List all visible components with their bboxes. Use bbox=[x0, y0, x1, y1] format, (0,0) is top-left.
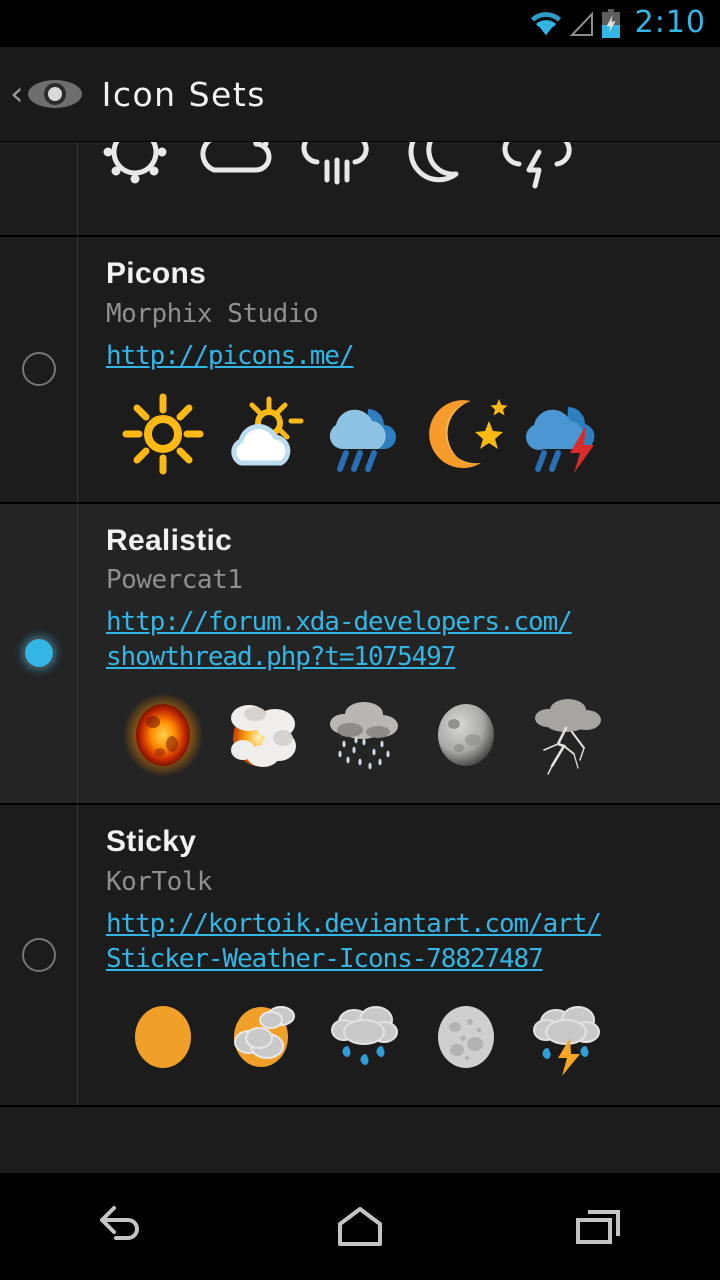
rain-icon bbox=[314, 689, 415, 781]
rain-icon bbox=[314, 991, 415, 1083]
up-chevron-icon[interactable]: ‹ bbox=[10, 77, 24, 111]
partly-cloudy-icon bbox=[213, 991, 314, 1083]
set-title: Picons bbox=[106, 257, 207, 290]
status-bar-clock: 2:10 bbox=[634, 5, 706, 40]
radio-cell[interactable] bbox=[0, 142, 78, 235]
thunderstorm-icon bbox=[488, 142, 589, 198]
set-title: Realistic bbox=[106, 523, 233, 557]
row-body: Realistic Powercat1 http://forum.xda-dev… bbox=[78, 504, 720, 804]
url-line[interactable]: Sticker-Weather-Icons-78827487 bbox=[106, 942, 601, 977]
url-line[interactable]: showthread.php?t=1075497 bbox=[106, 640, 572, 675]
set-url[interactable]: http://picons.me/ bbox=[106, 339, 355, 374]
home-nav-icon[interactable] bbox=[270, 1173, 450, 1280]
rain-icon bbox=[286, 142, 387, 198]
cellular-signal-icon bbox=[569, 11, 593, 36]
table-row[interactable]: Realistic Powercat1 http://forum.xda-dev… bbox=[0, 503, 720, 806]
set-title: Sticky bbox=[106, 825, 197, 859]
icon-preview-strip bbox=[112, 388, 720, 480]
partly-cloudy-icon bbox=[213, 388, 314, 480]
status-bar: 2:10 bbox=[0, 0, 720, 47]
url-line[interactable]: http://kortoik.deviantart.com/art/ bbox=[106, 907, 602, 942]
row-body bbox=[78, 142, 720, 235]
radio-cell[interactable] bbox=[0, 503, 78, 804]
table-row[interactable] bbox=[0, 142, 720, 237]
sun-icon bbox=[84, 142, 185, 198]
navigation-bar bbox=[0, 1173, 720, 1280]
icon-preview-strip bbox=[112, 689, 720, 781]
back-nav-icon[interactable] bbox=[30, 1173, 210, 1280]
icon-sets-list[interactable]: Picons Morphix Studio http://picons.me/ bbox=[0, 142, 720, 1173]
battery-charging-icon bbox=[601, 8, 620, 38]
sun-cloud-icon bbox=[213, 689, 314, 781]
phone-screen: 2:10 ‹ Icon Sets Picons Morphix Studio h… bbox=[0, 0, 720, 1280]
icon-preview-strip bbox=[112, 991, 720, 1083]
cloud-icon bbox=[185, 142, 286, 198]
recents-nav-icon[interactable] bbox=[510, 1173, 690, 1280]
table-row[interactable]: Picons Morphix Studio http://picons.me/ bbox=[0, 237, 720, 504]
radio-button[interactable] bbox=[21, 636, 56, 671]
set-url[interactable]: http://forum.xda-developers.com/ showthr… bbox=[106, 605, 573, 675]
page-title: Icon Sets bbox=[101, 74, 266, 114]
moon-icon bbox=[415, 689, 516, 781]
radio-button[interactable] bbox=[21, 352, 56, 387]
wifi-icon bbox=[530, 11, 561, 35]
radio-cell[interactable] bbox=[0, 805, 78, 1105]
thunderstorm-icon bbox=[516, 991, 617, 1083]
rain-icon bbox=[314, 388, 415, 480]
row-body: Sticky KorTolk http://kortoik.deviantart… bbox=[78, 805, 720, 1105]
set-author: KorTolk bbox=[106, 866, 213, 897]
set-author: Powercat1 bbox=[106, 565, 243, 596]
moon-star-icon bbox=[415, 388, 516, 480]
set-url[interactable]: http://kortoik.deviantart.com/art/ Stick… bbox=[106, 907, 602, 977]
sun-icon bbox=[112, 689, 213, 781]
thunderstorm-icon bbox=[516, 388, 617, 480]
sun-icon bbox=[112, 388, 213, 480]
url-line[interactable]: http://picons.me/ bbox=[106, 339, 355, 374]
moon-icon bbox=[415, 991, 516, 1083]
lightning-icon bbox=[516, 689, 617, 781]
radio-button[interactable] bbox=[21, 938, 56, 973]
icon-preview-strip bbox=[84, 142, 720, 198]
table-row[interactable]: Sticky KorTolk http://kortoik.deviantart… bbox=[0, 805, 720, 1107]
moon-icon bbox=[387, 142, 488, 198]
url-line[interactable]: http://forum.xda-developers.com/ bbox=[106, 605, 573, 640]
sun-icon bbox=[112, 991, 213, 1083]
action-bar: ‹ Icon Sets bbox=[0, 47, 720, 142]
set-author: Morphix Studio bbox=[106, 298, 319, 329]
row-body: Picons Morphix Studio http://picons.me/ bbox=[78, 237, 720, 502]
radio-cell[interactable] bbox=[0, 237, 78, 502]
eye-icon[interactable] bbox=[26, 74, 84, 114]
